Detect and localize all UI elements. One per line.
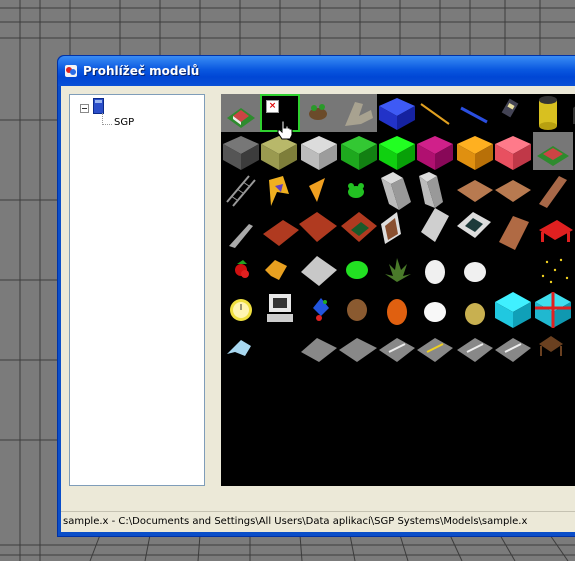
- thumb-white-disc[interactable]: [424, 302, 446, 322]
- thumb-road-grey-2[interactable]: [339, 338, 377, 362]
- thumb-bricks-red[interactable]: [263, 220, 299, 246]
- thumb-panel-grey[interactable]: [421, 208, 449, 242]
- thumb-cloud-white-2[interactable]: [464, 262, 486, 282]
- collapse-icon[interactable]: [80, 104, 89, 113]
- thumb-leaf-yellow[interactable]: [265, 260, 287, 280]
- tree-connector: [102, 124, 112, 125]
- model-viewer-window: Prohlížeč modelů SGP × sample.x - C:\Doc…: [57, 55, 575, 537]
- thumb-toy[interactable]: [313, 298, 329, 321]
- thumb-pillar-grey[interactable]: [381, 172, 411, 210]
- thumb-pillar-grey-2[interactable]: [419, 172, 443, 208]
- thumb-wood-panel[interactable]: [499, 216, 529, 250]
- window-client-area: SGP × sample.x - C:\Documents and Settin…: [61, 86, 575, 532]
- thumb-orange-cube[interactable]: [457, 136, 493, 170]
- thumb-ladder[interactable]: [226, 175, 256, 207]
- tree-item-sgp[interactable]: SGP: [114, 117, 134, 128]
- model-tree-view[interactable]: SGP: [69, 94, 205, 486]
- thumb-stars[interactable]: [541, 258, 569, 284]
- thumb-road-stripe[interactable]: [379, 338, 415, 362]
- thumb-house-model[interactable]: [221, 94, 260, 132]
- thumb-sack[interactable]: [465, 303, 485, 325]
- status-path: sample.x - C:\Documents and Settings\All…: [63, 516, 528, 527]
- thumb-frog[interactable]: [348, 183, 364, 198]
- thumb-road-stripe-3[interactable]: [495, 338, 531, 362]
- thumb-flag-yellow[interactable]: [269, 176, 289, 206]
- window-title: Prohlížeč modelů: [83, 64, 200, 78]
- thumbnail-grid[interactable]: [221, 94, 575, 486]
- app-icon: [65, 65, 77, 77]
- thumb-road-yellow-stripe[interactable]: [417, 338, 453, 362]
- thumb-light-grey-cube[interactable]: [301, 136, 337, 170]
- thumb-pink-cube[interactable]: [495, 136, 531, 170]
- thumb-window-dark[interactable]: [457, 212, 491, 238]
- thumb-can[interactable]: [501, 98, 519, 118]
- hand-cursor-icon: [277, 120, 293, 140]
- thumb-door-brown[interactable]: [381, 212, 401, 244]
- thumb-bird[interactable]: [227, 340, 251, 356]
- thumb-palm-tree[interactable]: [385, 258, 411, 282]
- thumb-floor-tile[interactable]: [457, 180, 493, 202]
- thumb-road-stripe-2[interactable]: [457, 338, 493, 362]
- thumb-plant-pot[interactable]: [299, 94, 338, 132]
- thumb-clock[interactable]: [230, 299, 252, 321]
- thumb-house-model-2[interactable]: [533, 132, 573, 170]
- thumb-red-bench[interactable]: [539, 220, 573, 242]
- thumb-bright-green-cube[interactable]: [379, 136, 415, 170]
- thumb-cyan-cube[interactable]: [495, 292, 531, 328]
- thumb-rock[interactable]: [347, 299, 367, 321]
- title-bar[interactable]: Prohlížeč modelů: [58, 56, 575, 86]
- thumb-flag-orange[interactable]: [309, 178, 325, 202]
- thumb-dark-grey-cube[interactable]: [223, 136, 259, 170]
- document-icon: [93, 98, 104, 114]
- thumb-plate-grey[interactable]: [301, 256, 337, 286]
- thumb-olive-cube[interactable]: [261, 136, 297, 170]
- thumb-magenta-cube[interactable]: [417, 136, 453, 170]
- thumb-basket[interactable]: [539, 336, 563, 356]
- thumb-window-green[interactable]: [341, 212, 377, 242]
- thumb-barrel[interactable]: [539, 96, 557, 130]
- thumb-plank[interactable]: [229, 224, 253, 248]
- thumb-strawberry[interactable]: [235, 260, 249, 278]
- thumb-green-cube[interactable]: [341, 136, 377, 170]
- thumb-orange-blob[interactable]: [387, 299, 407, 325]
- thumb-road-grey[interactable]: [301, 338, 337, 362]
- thumb-tree-trunk[interactable]: [338, 94, 377, 132]
- thumb-cloud-white[interactable]: [425, 260, 445, 284]
- thumb-floor-tile-3[interactable]: [539, 176, 567, 208]
- thumb-floor-tile-2[interactable]: [495, 180, 531, 202]
- thumb-stick[interactable]: [420, 103, 450, 125]
- thumb-moon[interactable]: [504, 260, 523, 284]
- thumb-green-blob[interactable]: [346, 261, 368, 279]
- status-bar: sample.x - C:\Documents and Settings\All…: [61, 511, 575, 532]
- model-thumbnails-pane[interactable]: ×: [221, 94, 575, 486]
- broken-image-icon: ×: [266, 100, 279, 113]
- thumb-gift-box[interactable]: [535, 292, 571, 328]
- thumb-computer[interactable]: [267, 294, 293, 322]
- thumb-bricks-red-2[interactable]: [299, 212, 337, 242]
- thumb-pen[interactable]: [460, 106, 488, 124]
